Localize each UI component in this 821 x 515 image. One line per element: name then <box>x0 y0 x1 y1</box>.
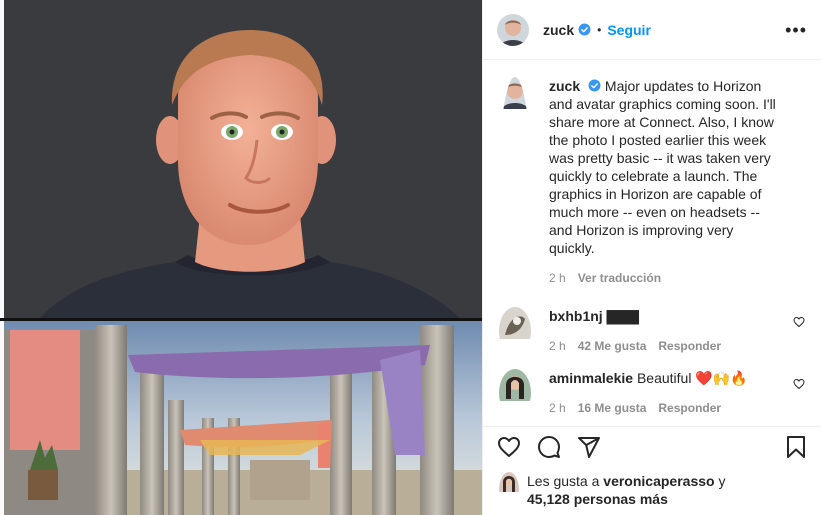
liker-username[interactable]: veronicaperasso <box>603 473 714 489</box>
liker-avatar[interactable] <box>499 472 519 508</box>
author-avatar[interactable] <box>497 13 529 46</box>
comment-icon[interactable] <box>537 435 561 459</box>
reply-button[interactable]: Responder <box>658 337 721 355</box>
caption-text: Major updates to Horizon and avatar grap… <box>549 78 776 256</box>
comment-username[interactable]: aminmalekie <box>549 370 633 386</box>
reply-button[interactable]: Responder <box>658 399 721 417</box>
caption-time: 2 h <box>549 271 566 285</box>
see-translation-link[interactable]: Ver traducción <box>578 269 661 287</box>
comment-text: ▇▇▇ <box>606 308 639 324</box>
post-actions <box>483 426 821 466</box>
share-icon[interactable] <box>577 435 601 459</box>
comments-section[interactable]: zuck Major updates to Horizon and avatar… <box>483 61 821 423</box>
caption-meta: 2 h Ver traducción <box>549 269 779 287</box>
follow-button[interactable]: Seguir <box>607 22 651 38</box>
comment-meta: 2 h 16 Me gusta Responder <box>549 399 769 417</box>
caption-author-avatar[interactable] <box>499 77 531 287</box>
likes-conjunction: y <box>718 473 726 489</box>
comment-time: 2 h <box>549 339 566 353</box>
comment-time: 2 h <box>549 401 566 415</box>
heart-icon[interactable] <box>497 435 521 459</box>
commenter-avatar[interactable] <box>499 369 531 417</box>
caption-username[interactable]: zuck <box>549 78 580 94</box>
comment-username[interactable]: bxhb1nj <box>549 308 603 324</box>
likes-prefix: Les gusta a <box>527 473 600 489</box>
separator-dot: • <box>597 22 602 37</box>
bookmark-icon[interactable] <box>785 435 807 459</box>
comment-likes[interactable]: 42 Me gusta <box>578 337 647 355</box>
comment-text: Beautiful ❤️🙌🔥 <box>636 370 748 386</box>
post-caption: zuck Major updates to Horizon and avatar… <box>483 61 821 287</box>
comment-item: aminmalekie Beautiful ❤️🙌🔥 2 h 16 Me gus… <box>483 369 821 417</box>
post-image <box>0 0 482 515</box>
post-panel: zuck • Seguir ••• zuck Major updates to … <box>483 0 821 515</box>
verified-badge-icon <box>588 79 601 92</box>
comment-item: bxhb1nj ▇▇▇ 2 h 42 Me gusta Responder <box>483 307 821 355</box>
author-username[interactable]: zuck <box>543 22 574 38</box>
comment-like-heart-icon[interactable] <box>793 315 805 331</box>
comment-likes[interactable]: 16 Me gusta <box>578 399 647 417</box>
comment-meta: 2 h 42 Me gusta Responder <box>549 337 769 355</box>
more-options-icon[interactable]: ••• <box>785 21 807 39</box>
post-media[interactable] <box>0 0 483 515</box>
verified-badge-icon <box>578 23 591 36</box>
comment-like-heart-icon[interactable] <box>793 377 805 393</box>
likes-summary: Les gusta a veronicaperasso y 45,128 per… <box>499 472 811 508</box>
commenter-avatar[interactable] <box>499 307 531 355</box>
post-header: zuck • Seguir ••• <box>483 0 821 60</box>
likes-count[interactable]: 45,128 personas más <box>527 491 668 507</box>
